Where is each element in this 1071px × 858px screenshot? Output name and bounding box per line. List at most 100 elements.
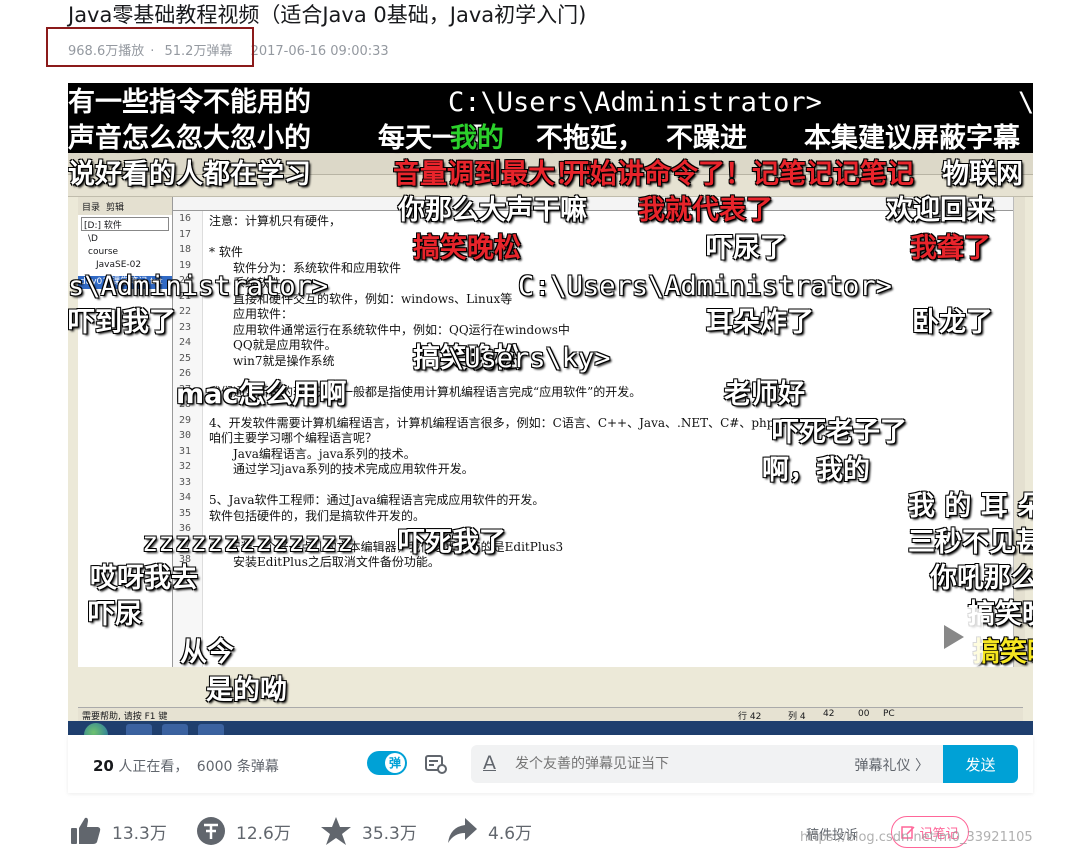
- danmaku-comment: 吓死我了: [398, 527, 506, 558]
- like-count: 13.3万: [112, 823, 167, 844]
- line-number: 18: [179, 244, 192, 255]
- video-player[interactable]: 目录 剪辑 [D:] 软件 \D course JavaSE-02 day01-…: [68, 83, 1033, 735]
- code-line: Java编程语言。java系列的技术。: [233, 446, 416, 461]
- danmaku-comment: 开始讲命令了！记笔记记笔记: [563, 159, 914, 190]
- danmaku-total: 6000: [196, 759, 233, 775]
- danmaku-comment: 哎呀我去: [90, 563, 198, 594]
- share-count: 4.6万: [488, 823, 533, 844]
- danmaku-settings-icon[interactable]: [424, 753, 450, 775]
- viewer-count: 20: [93, 757, 114, 775]
- danmaku-comment: \Users\ky>: [448, 343, 611, 374]
- danmaku-comment: 欢迎回来: [886, 195, 994, 226]
- line-number: 23: [179, 321, 192, 333]
- danmaku-control-bar: 20 人正在看， 6000 条弹幕 弹 A 弹幕礼仪 〉 发送: [68, 735, 1033, 793]
- font-style-icon[interactable]: A: [483, 752, 496, 774]
- line-number: 17: [179, 228, 192, 240]
- coin-count: 12.6万: [236, 823, 291, 844]
- line-number: 29: [179, 414, 192, 426]
- share-button[interactable]: 4.6万: [446, 816, 532, 846]
- taskbar-app-icon: [126, 724, 152, 735]
- code-line: 咱们主要学习哪个编程语言呢？: [209, 431, 378, 445]
- coin-icon: [197, 817, 225, 845]
- like-button[interactable]: 13.3万: [70, 816, 167, 846]
- danmaku-comment: 你那么大声干嘛: [398, 195, 587, 226]
- danmaku-comment: 声音怎么忽大忽小的: [68, 123, 311, 154]
- danmaku-comment: 老师好: [724, 379, 805, 410]
- favorite-button[interactable]: 35.3万: [320, 816, 417, 846]
- line-number: 22: [179, 306, 192, 317]
- code-line: QQ就是应用软件。: [233, 338, 337, 352]
- start-orb-icon: [84, 723, 108, 735]
- danmaku-comment: 是的呦: [206, 675, 287, 706]
- editor-side-panel: 目录 剪辑 [D:] 软件 \D course JavaSE-02 day01-…: [78, 197, 173, 667]
- favorite-count: 35.3万: [362, 823, 417, 844]
- send-danmaku-button[interactable]: 发送: [943, 745, 1018, 783]
- play-icon[interactable]: [919, 607, 983, 667]
- danmaku-comment: 啊，我的: [762, 455, 870, 486]
- status-mode: PC: [883, 709, 895, 719]
- danmaku-toggle[interactable]: 弹: [367, 751, 407, 775]
- danmaku-comment: 吓死老子了: [772, 417, 907, 448]
- line-number: 30: [179, 430, 192, 441]
- danmaku-comment: 从今: [180, 637, 234, 668]
- status-num: 42: [823, 709, 835, 719]
- editor-scrollbar: [1013, 197, 1025, 667]
- taskbar-app-icon: [198, 724, 224, 735]
- line-number: 26: [179, 368, 192, 379]
- danmaku-input-wrap: A 弹幕礼仪 〉: [471, 745, 943, 783]
- danmaku-comment: mac怎么用啊: [176, 379, 347, 410]
- danmaku-comment: 吓尿了: [706, 233, 787, 264]
- danmaku-total-suffix: 条弹幕: [236, 759, 279, 775]
- danmaku-comment: 三秒不见甚是想念: [908, 527, 1033, 558]
- danmaku-input[interactable]: [515, 754, 815, 774]
- danmaku-comment: 吓到我了: [68, 307, 176, 338]
- tree-item: course: [88, 247, 119, 257]
- annotation-highlight-box: [46, 27, 254, 67]
- line-number: 24: [179, 337, 192, 348]
- code-line: 4、开发软件需要计算机编程语言，计算机编程语言很多，例如：C语言、C++、Jav…: [209, 415, 786, 430]
- code-line: win7就是操作系统: [233, 353, 335, 368]
- side-tab-directory: 目录: [82, 203, 101, 213]
- side-tabs: 目录 剪辑: [78, 197, 172, 215]
- editor-status-bar: 需要帮助, 请按 F1 键 行 42 列 4 42 00 PC: [78, 707, 1023, 722]
- line-number: 33: [179, 476, 192, 488]
- blog-watermark: https://blog.csdn.net/m0_33921105: [800, 830, 1033, 845]
- line-number: 25: [179, 352, 192, 364]
- viewer-stats: 20 人正在看， 6000 条弹幕: [93, 756, 279, 776]
- video-title: Java零基础教程视频（适合Java 0基础，Java初学入门): [68, 3, 587, 27]
- danmaku-comment: C:\Users\Administrator>: [518, 271, 892, 302]
- tree-item: \D: [88, 234, 98, 244]
- share-arrow-icon: [448, 818, 477, 843]
- viewer-text: 人正在看，: [118, 759, 189, 775]
- line-number: 32: [179, 461, 192, 472]
- publish-date: 2017-06-16 09:00:33: [250, 44, 389, 59]
- danmaku-comment: 本集建议屏蔽字幕: [804, 123, 1020, 154]
- danmaku-comment: 我 的 耳 朵: [908, 491, 1033, 522]
- line-number: 16: [179, 213, 192, 224]
- line-number: 34: [179, 492, 192, 503]
- code-line: 软件包括硬件的，我们是搞软件开发的。: [209, 508, 426, 523]
- code-line: 注意：计算机只有硬件，: [209, 214, 342, 228]
- danmaku-comment: C:\Users\Administrator>: [448, 87, 822, 118]
- danmaku-comment: 你吼那么大声干嘛: [930, 563, 1033, 594]
- danmaku-comment: s\Administrator>: [68, 271, 329, 302]
- danmaku-comment: 我就代表了: [638, 195, 773, 226]
- danmaku-comment: 不躁进: [666, 123, 747, 154]
- danmaku-etiquette-link[interactable]: 弹幕礼仪 〉: [855, 755, 929, 775]
- line-number: 31: [179, 445, 192, 457]
- code-line: 5、Java软件工程师：通过Java编程语言完成应用软件的开发。: [209, 493, 545, 507]
- thumb-up-icon: [71, 817, 101, 844]
- star-icon: [321, 817, 351, 845]
- danmaku-comment: \: [1018, 87, 1033, 118]
- coin-button[interactable]: 12.6万: [196, 816, 291, 846]
- danmaku-comment: 吓尿: [88, 599, 142, 630]
- danmaku-comment: 我聋了: [910, 233, 991, 264]
- danmaku-comment: zzzzzzzzzzzzz: [142, 527, 354, 558]
- danmaku-comment: 物联网: [942, 159, 1023, 190]
- line-number: 35: [179, 507, 192, 519]
- code-line: 应用软件通常运行在系统软件中，例如：QQ运行在windows中: [233, 322, 570, 337]
- danmaku-comment: 搞笑晚松: [413, 233, 521, 264]
- code-line: * 软件: [209, 245, 243, 259]
- side-tab-clip: 剪辑: [106, 203, 125, 213]
- danmaku-toggle-label: 弹: [385, 753, 405, 773]
